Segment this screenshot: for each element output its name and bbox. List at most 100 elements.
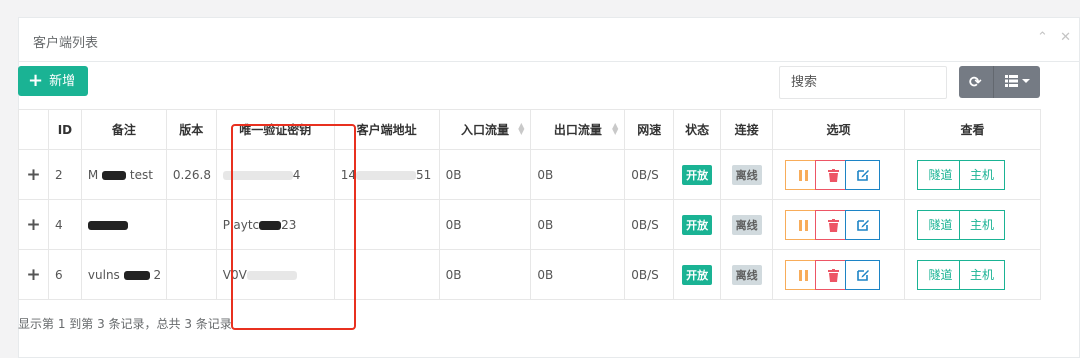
tunnel-button[interactable]: 隧道 — [916, 209, 964, 240]
cell-verify-key: V0V — [215, 249, 335, 300]
cell-connection: 离线 — [720, 199, 774, 250]
cell-remark: vulns 2 — [80, 249, 167, 300]
pause-icon — [799, 169, 809, 181]
panel-header: 客户端列表 ⌃ ✕ — [19, 18, 1079, 62]
col-id[interactable]: ID — [47, 109, 82, 150]
edit-icon — [857, 269, 870, 281]
cell-outflow: 0B — [530, 149, 626, 200]
add-client-button[interactable]: + 新增 — [18, 66, 88, 96]
pause-icon — [799, 219, 809, 231]
plus-icon: + — [28, 70, 44, 91]
cell-view: 隧道 主机 — [903, 199, 1042, 250]
col-view: 查看 — [903, 109, 1042, 150]
table-header-row: ID 备注 版本 唯一验证密钥 客户端地址 入口流量 ▲ ▼ 出口流量 ▲ ▼ 网速 状… — [18, 109, 1042, 150]
table-row: +2 M test 0.26.8 4 14 51 0B 0B 0B/S 开放 离线 隧道 主机 — [18, 149, 1042, 200]
cell-verify-key: Playtc 23 — [215, 199, 335, 250]
cell-status: 开放 — [673, 199, 722, 250]
cell-client-address — [333, 249, 440, 300]
client-table: ID 备注 版本 唯一验证密钥 客户端地址 入口流量 ▲ ▼ 出口流量 ▲ ▼ 网速 状… — [18, 109, 1042, 300]
cell-outflow: 0B — [530, 199, 626, 250]
list-columns-icon[interactable] — [1005, 75, 1018, 87]
cell-id: 2 — [47, 149, 82, 200]
cell-view: 隧道 主机 — [903, 249, 1042, 300]
cell-client-address — [333, 199, 440, 250]
search-input[interactable]: 搜索 — [779, 66, 947, 99]
col-speed[interactable]: 网速 — [624, 109, 675, 150]
cell-id: 6 — [47, 249, 82, 300]
cell-view: 隧道 主机 — [903, 149, 1042, 200]
add-button-label: 新增 — [49, 74, 76, 89]
table-tools-group: ⟳ — [959, 66, 1040, 98]
cell-outflow: 0B — [530, 249, 626, 300]
host-button[interactable]: 主机 — [958, 159, 1005, 190]
edit-button[interactable] — [845, 259, 881, 290]
pagination-info: 显示第 1 到第 3 条记录，总共 3 条记录 — [18, 317, 232, 331]
cell-inflow: 0B — [438, 249, 532, 300]
cell-client-address: 14 51 — [333, 149, 440, 200]
cell-options — [772, 149, 905, 200]
cell-options — [772, 199, 905, 250]
host-button[interactable]: 主机 — [958, 259, 1005, 290]
panel-title: 客户端列表 — [33, 36, 99, 51]
cell-status: 开放 — [673, 149, 722, 200]
cell-connection: 离线 — [720, 249, 774, 300]
inflow-header-label: 入口流量 — [461, 123, 510, 137]
connection-badge: 离线 — [731, 264, 762, 285]
cell-connection: 离线 — [720, 149, 774, 200]
col-remark[interactable]: 备注 — [80, 109, 167, 150]
outflow-header-label: 出口流量 — [553, 123, 602, 137]
cell-speed: 0B/S — [624, 249, 675, 300]
cell-verify-key: 4 — [215, 149, 335, 200]
connection-badge: 离线 — [731, 214, 762, 235]
col-inflow[interactable]: 入口流量 ▲ ▼ — [438, 109, 532, 150]
cell-remark: M test — [80, 149, 167, 200]
pause-icon — [799, 269, 809, 281]
cell-options — [772, 249, 905, 300]
cell-speed: 0B/S — [624, 149, 675, 200]
cell-version — [165, 199, 217, 250]
tunnel-button[interactable]: 隧道 — [916, 259, 964, 290]
trash-icon — [828, 218, 840, 232]
col-outflow[interactable]: 出口流量 ▲ ▼ — [530, 109, 626, 150]
cell-inflow: 0B — [438, 199, 532, 250]
col-options: 选项 — [772, 109, 905, 150]
connection-badge: 离线 — [731, 164, 762, 185]
edit-button[interactable] — [845, 159, 881, 190]
col-version[interactable]: 版本 — [165, 109, 217, 150]
cell-id: 4 — [47, 199, 82, 250]
col-connection[interactable]: 连接 — [720, 109, 774, 150]
expand-icon[interactable]: + — [18, 149, 49, 200]
chevron-down-icon[interactable] — [1022, 79, 1030, 83]
edit-button[interactable] — [845, 209, 881, 240]
col-client-address[interactable]: 客户端地址 — [333, 109, 440, 150]
tunnel-button[interactable]: 隧道 — [916, 159, 964, 190]
host-button[interactable]: 主机 — [958, 209, 1005, 240]
table-row: +4 Playtc 23 0B 0B 0B/S 开放 离线 隧道 主机 — [18, 199, 1042, 250]
close-icon[interactable]: ✕ — [1060, 30, 1071, 45]
cell-version — [165, 249, 217, 300]
cell-status: 开放 — [673, 249, 722, 300]
table-row: +6 vulns 2 V0V 0B 0B 0B/S 开放 离线 隧道 主机 — [18, 249, 1042, 300]
cell-remark — [80, 199, 167, 250]
expand-icon[interactable]: + — [18, 249, 49, 300]
edit-icon — [857, 219, 870, 231]
col-verify-key[interactable]: 唯一验证密钥 — [215, 109, 335, 150]
status-badge: 开放 — [682, 164, 713, 185]
cell-version: 0.26.8 — [165, 149, 217, 200]
chevron-up-icon[interactable]: ⌃ — [1037, 30, 1048, 45]
tools-divider — [993, 66, 994, 98]
trash-icon — [828, 168, 840, 182]
cell-inflow: 0B — [438, 149, 532, 200]
status-badge: 开放 — [682, 264, 713, 285]
sort-icon[interactable]: ▲ ▼ — [518, 122, 524, 136]
panel-tools: ⌃ ✕ — [1029, 30, 1071, 45]
sort-icon[interactable]: ▲ ▼ — [612, 122, 618, 136]
col-expand — [18, 109, 49, 150]
edit-icon — [857, 169, 870, 181]
cell-speed: 0B/S — [624, 199, 675, 250]
expand-icon[interactable]: + — [18, 199, 49, 250]
status-badge: 开放 — [682, 214, 713, 235]
refresh-icon[interactable]: ⟳ — [969, 73, 982, 91]
col-status[interactable]: 状态 — [673, 109, 722, 150]
trash-icon — [828, 268, 840, 282]
